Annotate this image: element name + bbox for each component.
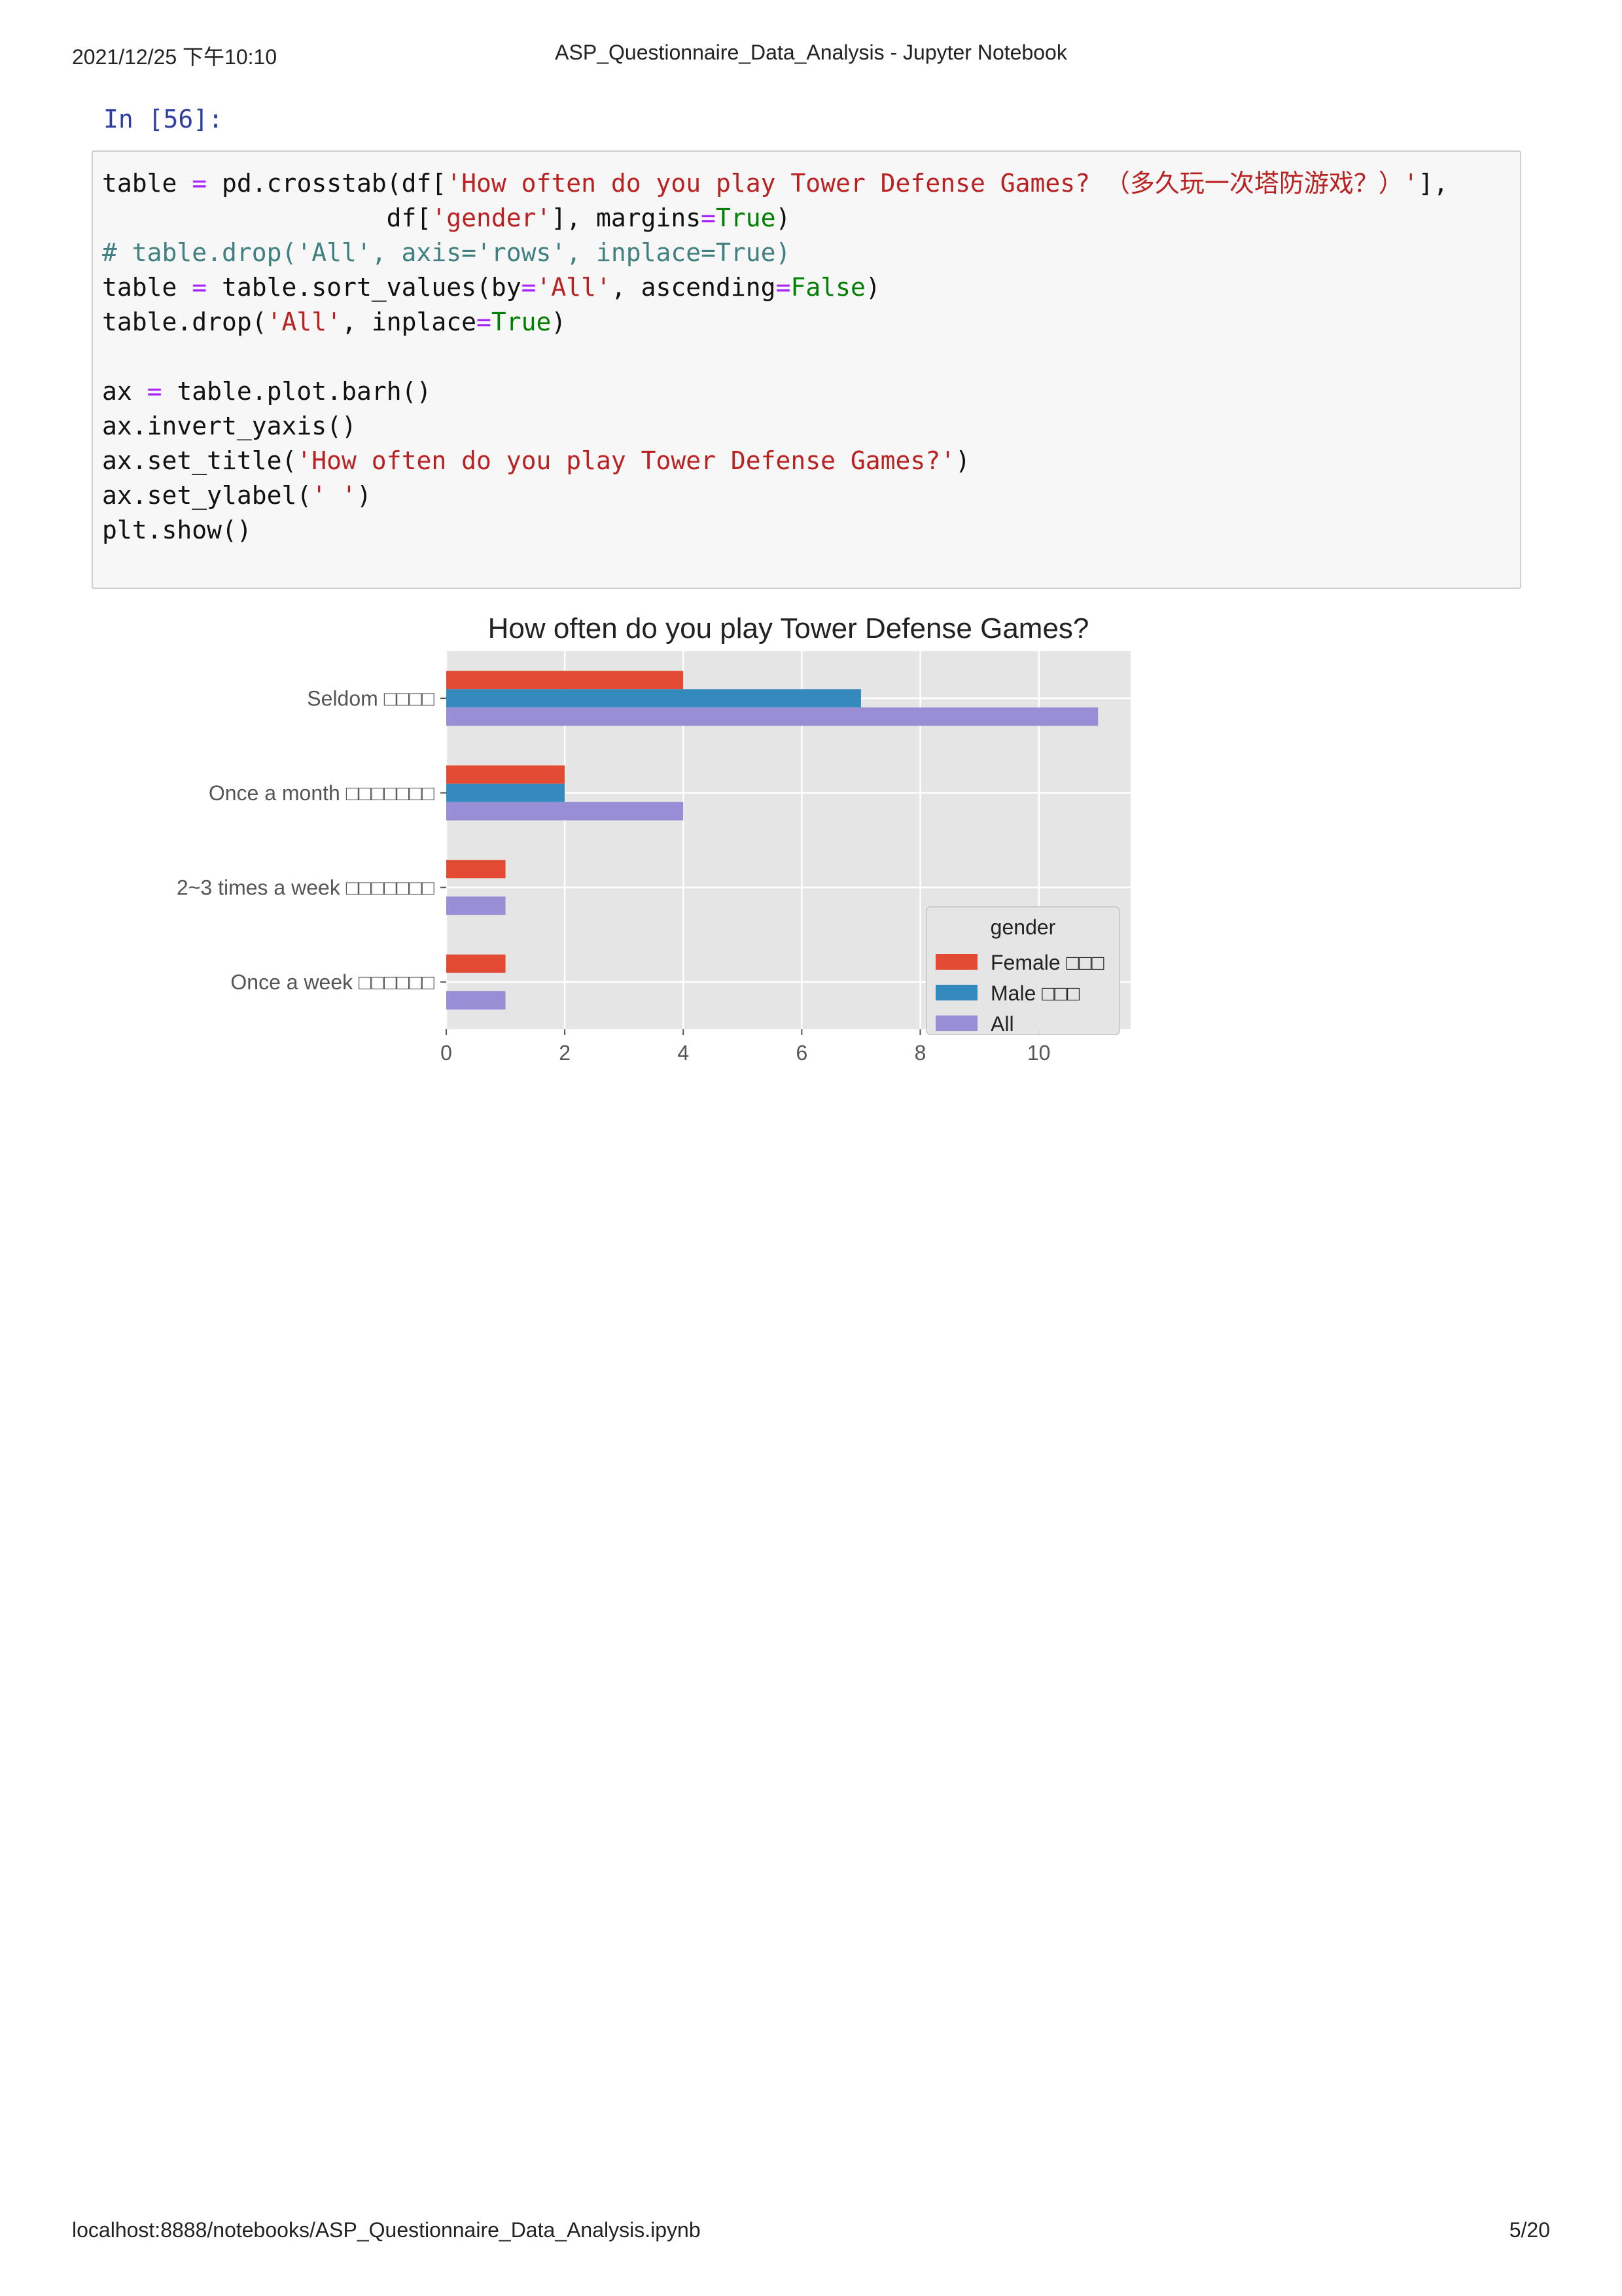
legend-label: Female □□□ — [991, 951, 1104, 974]
legend-swatch — [936, 985, 978, 1000]
bar-chart: 0 2 4 6 8 10 Seldom □□□□ Once a month □□□□□□□ 2~… — [177, 612, 1131, 1065]
code-token: ) — [865, 273, 881, 302]
code-token: 'How often do you play Tower Defense Gam… — [296, 446, 956, 475]
code-line: table.drop('All', inplace=True) — [102, 308, 566, 336]
legend-label: Male □□□ — [991, 981, 1080, 1005]
bar — [446, 671, 684, 690]
bar — [446, 689, 861, 708]
code-line: table = table.sort_values(by='All', asce… — [102, 273, 881, 302]
print-footer: localhost:8888/notebooks/ASP_Questionnai… — [0, 2218, 1622, 2244]
y-tick-label: Once a week □□□□□□ — [230, 970, 434, 994]
cell-prompt: In [56]: — [103, 105, 224, 133]
print-page-number: 5/20 — [1509, 2218, 1550, 2242]
print-header: 2021/12/25 下午10:10 ASP_Questionnaire_Dat… — [0, 41, 1622, 69]
bar — [446, 896, 506, 915]
print-url: localhost:8888/notebooks/ASP_Questionnai… — [72, 2218, 701, 2242]
y-tick-label: Once a month □□□□□□□ — [209, 781, 435, 805]
code-token: = — [775, 273, 791, 302]
bar — [446, 707, 1099, 726]
code-token: ax — [102, 377, 147, 406]
code-line: # table.drop('All', axis='rows', inplace… — [102, 238, 790, 267]
code-token: table.sort_values(by — [207, 273, 521, 302]
print-title: ASP_Questionnaire_Data_Analysis - Jupyte… — [555, 41, 1067, 64]
legend-swatch — [936, 954, 978, 970]
code-token: ) — [551, 308, 567, 336]
code-token: df[ — [102, 203, 432, 232]
code-line: ax.set_ylabel(' ') — [102, 481, 372, 510]
code-token: # table.drop('All', axis='rows', inplace… — [102, 238, 791, 267]
bar — [446, 765, 565, 784]
code-token: 'All' — [536, 273, 611, 302]
code-token: = — [192, 273, 207, 302]
x-tick-label: 2 — [559, 1041, 571, 1065]
chart-title: How often do you play Tower Defense Game… — [488, 612, 1089, 645]
code-token: table — [102, 169, 192, 198]
bar — [446, 802, 684, 821]
y-tick-label: 2~3 times a week □□□□□□□ — [177, 875, 435, 899]
code-token: ) — [955, 446, 970, 475]
code-token: ax.set_ylabel( — [102, 481, 312, 510]
code-token: ax.set_title( — [102, 446, 297, 475]
x-tick-label: 6 — [796, 1041, 807, 1065]
x-tick-label: 10 — [1027, 1041, 1051, 1065]
x-tick-label: 8 — [915, 1041, 926, 1065]
legend-swatch — [936, 1016, 978, 1031]
code-token: plt.show() — [102, 516, 252, 544]
code-token: = — [192, 169, 207, 198]
x-tick-label: 4 — [677, 1041, 689, 1065]
code-line: ax.invert_yaxis() — [102, 412, 357, 440]
code-token: ], — [1418, 169, 1449, 198]
bar — [446, 954, 506, 973]
code-token: = — [147, 377, 162, 406]
code-token: False — [790, 273, 866, 302]
bar — [446, 860, 506, 879]
legend-label: All — [991, 1012, 1014, 1036]
y-tick-label: Seldom □□□□ — [307, 686, 434, 710]
code-token: table.plot.barh() — [162, 377, 432, 406]
code-token: 'gender' — [431, 203, 552, 232]
code-token: ) — [356, 481, 372, 510]
bar — [446, 991, 506, 1010]
code-token: True — [716, 203, 776, 232]
x-tick-label: 0 — [440, 1041, 452, 1065]
code-token: True — [491, 308, 552, 336]
code-line: df['gender'], margins=True) — [102, 203, 791, 232]
code-token: 'All' — [266, 308, 342, 336]
code-cell[interactable]: table = pd.crosstab(df['How often do you… — [92, 150, 1521, 589]
code-line: table = pd.crosstab(df['How often do you… — [102, 169, 1449, 198]
code-token: = — [476, 308, 491, 336]
legend-title: gender — [991, 915, 1056, 939]
code-token: pd.crosstab(df[ — [207, 169, 447, 198]
code-token: ], margins — [551, 203, 701, 232]
code-token: 'How often do you play Tower Defense Gam… — [446, 169, 1419, 198]
bar — [446, 783, 565, 802]
code-token: ' ' — [311, 481, 357, 510]
code-token: , ascending — [610, 273, 776, 302]
code-token: ax.invert_yaxis() — [102, 412, 357, 440]
code-token: = — [701, 203, 716, 232]
code-token: table — [102, 273, 192, 302]
cell-output: 0 2 4 6 8 10 Seldom □□□□ Once a month □□□□□□□ 2~… — [131, 595, 1178, 1152]
code-editor[interactable]: table = pd.crosstab(df['How often do you… — [102, 166, 1449, 548]
code-token: ) — [775, 203, 791, 232]
code-line: ax = table.plot.barh() — [102, 377, 431, 406]
code-token: = — [521, 273, 537, 302]
code-line: plt.show() — [102, 516, 252, 544]
code-token: , inplace — [342, 308, 476, 336]
code-line: ax.set_title('How often do you play Towe… — [102, 446, 970, 475]
code-token: table.drop( — [102, 308, 267, 336]
